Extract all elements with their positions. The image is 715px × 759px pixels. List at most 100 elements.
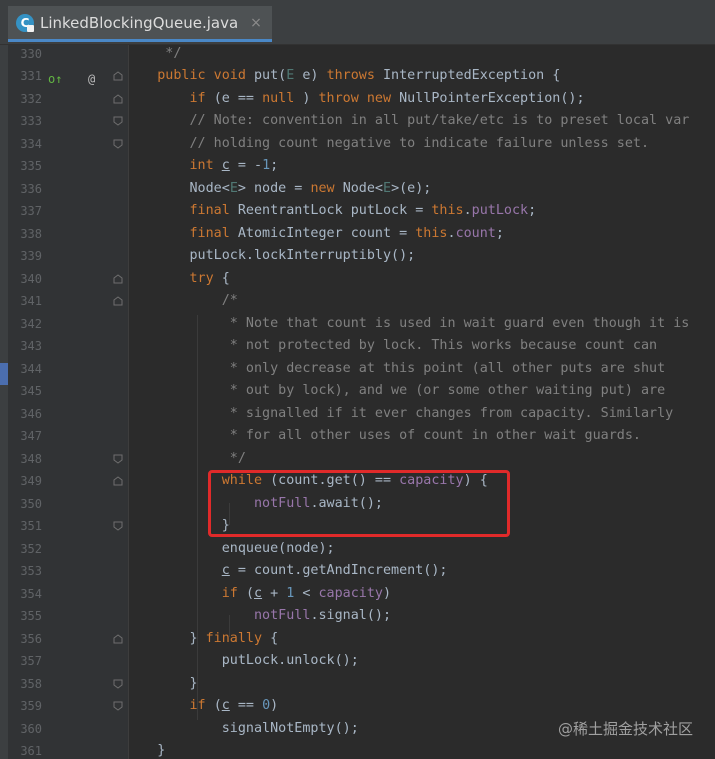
fold-marker-icon[interactable] — [113, 454, 123, 464]
line-number[interactable]: 331 — [8, 65, 42, 88]
line-number[interactable]: 338 — [8, 223, 42, 246]
code-token: Node< — [342, 180, 383, 196]
fold-marker-icon[interactable] — [113, 701, 123, 711]
line-number[interactable]: 354 — [8, 583, 42, 606]
code-line[interactable]: 345 * out by lock), and we (or some othe… — [0, 380, 715, 403]
line-number[interactable]: 344 — [8, 358, 42, 381]
code-line[interactable]: 332 if (e == null ) throw new NullPointe… — [0, 88, 715, 111]
line-number[interactable]: 336 — [8, 178, 42, 201]
code-token: capacity — [318, 585, 384, 601]
code-token: c — [221, 158, 230, 173]
line-number[interactable]: 351 — [8, 515, 42, 538]
code-line[interactable]: 338 final AtomicInteger count = this.cou… — [0, 223, 715, 246]
fold-marker-icon[interactable] — [113, 273, 123, 284]
code-line[interactable]: 357 putLock.unlock(); — [0, 650, 715, 673]
line-number[interactable]: 341 — [8, 290, 42, 313]
code-line[interactable]: 344 * only decrease at this point (all o… — [0, 358, 715, 381]
code-line[interactable]: 341 /* — [0, 290, 715, 313]
code-token: >(e); — [391, 180, 432, 196]
code-token: throws — [326, 68, 383, 83]
code-token: } — [125, 630, 206, 646]
line-number[interactable]: 357 — [8, 650, 42, 673]
line-number[interactable]: 345 — [8, 380, 42, 403]
code-token: * Note that count is used in wait guard … — [125, 315, 690, 331]
line-number[interactable]: 350 — [8, 493, 42, 516]
code-line[interactable]: 356 } finally { — [0, 628, 715, 651]
line-number[interactable]: 333 — [8, 110, 42, 133]
line-number[interactable]: 358 — [8, 673, 42, 696]
fold-marker-icon[interactable] — [113, 476, 123, 486]
fold-marker-icon[interactable] — [113, 93, 123, 104]
code-line[interactable]: 331 o↑ @ public void put(E e) throws Inter… — [0, 65, 715, 88]
line-number[interactable]: 330 — [8, 45, 42, 65]
code-line[interactable]: 347 * for all other uses of count in oth… — [0, 425, 715, 448]
code-token: . — [447, 225, 456, 241]
code-text: enqueue(node); — [125, 538, 335, 561]
line-number[interactable]: 355 — [8, 605, 42, 628]
code-token: * for all other uses of count in other w… — [125, 428, 641, 443]
code-line[interactable]: 359 if (c == 0) — [0, 695, 715, 718]
line-number[interactable]: 347 — [8, 425, 42, 448]
code-line[interactable]: 352 enqueue(node); — [0, 538, 715, 561]
code-line[interactable]: 339 putLock.lockInterruptibly(); — [0, 245, 715, 268]
code-token: ( — [245, 585, 254, 601]
highlight-box — [208, 470, 510, 537]
code-line[interactable]: 348 */ — [0, 448, 715, 471]
code-token: ; — [528, 203, 537, 218]
code-line[interactable]: 353 c = count.getAndIncrement(); — [0, 560, 715, 583]
code-token: < — [294, 585, 319, 601]
line-number[interactable]: 342 — [8, 313, 42, 336]
line-number[interactable]: 335 — [8, 155, 42, 178]
line-number[interactable]: 337 — [8, 200, 42, 223]
fold-marker-icon[interactable] — [113, 116, 123, 126]
code-text: int c = -1; — [125, 155, 279, 178]
line-number[interactable]: 339 — [8, 245, 42, 268]
code-editor[interactable]: 330 */331 o↑ @ public void put(E e) throws… — [0, 45, 715, 759]
code-text: } finally { — [125, 628, 278, 651]
fold-marker-icon[interactable] — [113, 139, 123, 149]
line-number[interactable]: 352 — [8, 538, 42, 561]
code-text: * only decrease at this point (all other… — [125, 358, 665, 381]
code-line[interactable]: 337 final ReentrantLock putLock = this.p… — [0, 200, 715, 223]
line-number[interactable]: 343 — [8, 335, 42, 358]
line-number[interactable]: 353 — [8, 560, 42, 583]
code-line[interactable]: 355 notFull.signal(); — [0, 605, 715, 628]
line-number[interactable]: 346 — [8, 403, 42, 426]
code-token: (e == — [213, 90, 263, 106]
fold-marker-icon[interactable] — [113, 679, 123, 689]
editor-tab-bar: C LinkedBlockingQueue.java × — [0, 0, 715, 45]
code-token: ; — [270, 158, 279, 173]
code-line[interactable]: 336 Node<E> node = new Node<E>(e); — [0, 178, 715, 201]
close-icon[interactable]: × — [250, 15, 262, 31]
line-number[interactable]: 349 — [8, 470, 42, 493]
code-token: // holding count negative to indicate fa… — [125, 135, 650, 151]
code-token: this — [415, 225, 448, 241]
code-line[interactable]: 361 } — [0, 740, 715, 759]
code-line[interactable]: 346 * signalled if it ever changes from … — [0, 403, 715, 426]
code-line[interactable]: 335 int c = -1; — [0, 155, 715, 178]
line-number[interactable]: 360 — [8, 718, 42, 741]
code-token: ReentrantLock putLock = — [237, 203, 432, 218]
line-number[interactable]: 334 — [8, 133, 42, 156]
line-number[interactable]: 332 — [8, 88, 42, 111]
line-number[interactable]: 340 — [8, 268, 42, 291]
code-line[interactable]: 343 * not protected by lock. This works … — [0, 335, 715, 358]
code-line[interactable]: 358 } — [0, 673, 715, 696]
code-token: finally — [205, 630, 271, 646]
code-line[interactable]: 340 try { — [0, 268, 715, 291]
code-token: c — [254, 585, 263, 601]
code-line[interactable]: 330 */ — [0, 45, 715, 65]
line-number[interactable]: 348 — [8, 448, 42, 471]
line-number[interactable]: 356 — [8, 628, 42, 651]
line-number[interactable]: 359 — [8, 695, 42, 718]
code-line[interactable]: 354 if (c + 1 < capacity) — [0, 583, 715, 606]
fold-marker-icon[interactable] — [113, 521, 123, 531]
code-line[interactable]: 342 * Note that count is used in wait gu… — [0, 313, 715, 336]
code-line[interactable]: 334 // holding count negative to indicat… — [0, 133, 715, 156]
tab-linkedblockingqueue[interactable]: C LinkedBlockingQueue.java × — [8, 6, 272, 42]
fold-marker-icon[interactable] — [113, 71, 123, 81]
fold-marker-icon[interactable] — [113, 296, 123, 306]
fold-marker-icon[interactable] — [113, 633, 123, 644]
code-line[interactable]: 333 // Note: convention in all put/take/… — [0, 110, 715, 133]
line-number[interactable]: 361 — [8, 740, 42, 759]
